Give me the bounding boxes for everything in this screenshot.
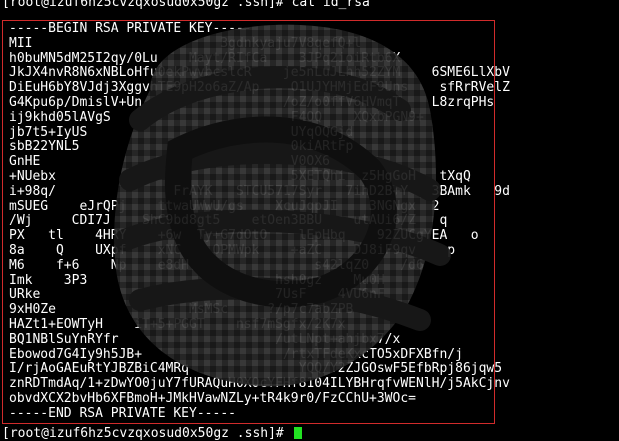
key-line: G4Kpu6p/DmislV+Un /oZ/o0ffV6HVmqT L8zrqP… <box>9 94 495 110</box>
terminal-window[interactable]: [root@izuf6hz5cvzqxosud0x50gz .ssh]# cat… <box>0 0 619 441</box>
key-line: 8a Q UXpf xNC OPMWpk +aZC DJ8iF9qv p <box>9 242 456 258</box>
terminal-cursor <box>293 427 302 439</box>
key-header-line: -----BEGIN RSA PRIVATE KEY----- <box>9 21 252 36</box>
key-line: JkJX4nvR8N6xNBLoHfu0ekPwvbcslcR je5nLuJL… <box>9 65 510 81</box>
key-footer-line: -----END RSA PRIVATE KEY----- <box>9 405 236 421</box>
key-line: +NUebx 5XETQhi z5HgGoH tXqQ <box>9 168 471 184</box>
key-line: I/rjAoGAEuRtYJBZBiC4MRq YQQ/Y2ZJGOswF5Ef… <box>9 361 503 377</box>
terminal-prompt-line[interactable]: [root@izuf6hz5cvzqxosud0x50gz .ssh]# <box>2 426 302 441</box>
shell-command: cat id_rsa <box>291 0 370 10</box>
key-line: Imk 3P3 hsh0gz Mu0H <box>9 272 385 288</box>
key-line: i+98q/ FrAYK STCU5717Syr 7ihD2B+Y 3BAmk … <box>9 183 510 199</box>
shell-prompt: [root@izuf6hz5cvzqxosud0x50gz .ssh]# <box>2 426 292 441</box>
key-line: MII 3gdnkyaju7V8qefQ+l <box>9 35 362 51</box>
terminal-command-line: [root@izuf6hz5cvzqxosud0x50gz .ssh]# cat… <box>2 0 370 10</box>
key-line: URke 7UsF 4VU6nF <box>9 287 385 303</box>
key-line: obvdXCX2bvHb6XFBmoH+JMkHVawNZLy+tR4k9r0/… <box>9 390 416 406</box>
key-line: h0buMN5dM25I2qy/0Lu Mayt/RIfCa 3JPq2ioiR… <box>9 50 401 66</box>
key-line: PX tl 4HRY +6w Ty+G7dOtO lEpHbq 92ZUCgYE… <box>9 228 479 244</box>
key-line: M6 f+6 Np e8dH s42lqZ0 /d6 <box>9 257 424 273</box>
key-line: ij9khd05lAVgS F4OQ XQxbPGN9+ <box>9 109 424 125</box>
key-line: mSUEG eJrQPj ttwaUWwU/gs XcuJqpJI 3NGNgx… <box>9 198 440 214</box>
key-line: GnHE V0OX6 <box>9 154 330 170</box>
key-line: jb7t5+IyUS UYqOQGjd <box>9 124 354 140</box>
key-line: BQ1NBlSuYnRYfr /utLNpt+ahjbx7/x <box>9 331 401 347</box>
key-line: HAZt1+EOWTyH iT+5+PGGT nsf7mSgfx/2K7x <box>9 316 346 332</box>
key-line: Ebowod7G4Iy9h5JB+ /rtxTFdeKxcTO5xDFXBfn/… <box>9 346 463 362</box>
key-line: 9xH0Ze MsMSc ?/p7c7abZPB <box>9 302 354 318</box>
key-line: DiEuH6bY8VJdj3XggvhTE9pH2o6aZ/Ap O1UJYHM… <box>9 80 510 96</box>
key-line: sbB22YNL5 0kiARtFp <box>9 139 354 155</box>
key-line: znRDTmdAq/1+zDwYO0juY7fURAQuH0XOcYFHf810… <box>9 376 510 392</box>
key-line: /Wj CDI7J ShC9bd8gt5 etOen3BBU utAUi6/Z … <box>9 213 448 229</box>
private-key-output: -----BEGIN RSA PRIVATE KEY----- MII 3gdn… <box>9 21 510 422</box>
shell-prompt: [root@izuf6hz5cvzqxosud0x50gz .ssh]# <box>2 0 292 10</box>
